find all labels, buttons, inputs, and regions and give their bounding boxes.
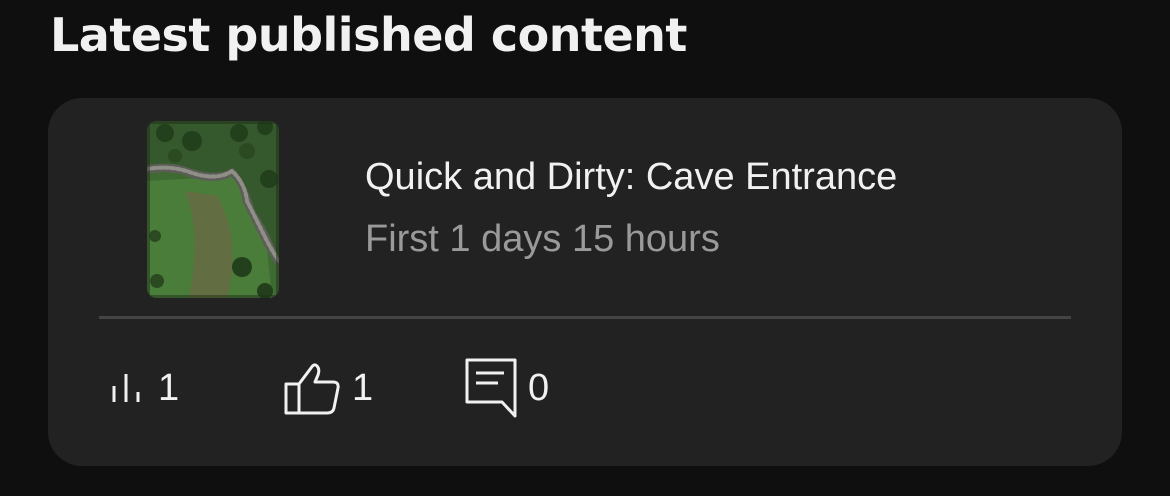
- video-meta: First 1 days 15 hours: [365, 218, 720, 260]
- likes-count: 1: [352, 366, 374, 409]
- views-count: 1: [158, 366, 180, 409]
- views-stat: 1: [108, 356, 179, 420]
- content-card[interactable]: Quick and Dirty: Cave Entrance First 1 d…: [48, 98, 1122, 466]
- divider: [99, 316, 1071, 319]
- section-title: Latest published content: [50, 8, 687, 62]
- comments-count: 0: [528, 366, 550, 409]
- likes-stat: 1: [284, 356, 373, 420]
- video-title[interactable]: Quick and Dirty: Cave Entrance: [365, 156, 897, 199]
- bar-chart-icon: [112, 374, 140, 402]
- comments-stat: 0: [464, 356, 549, 420]
- comment-icon: [465, 358, 517, 418]
- video-thumbnail[interactable]: [147, 121, 279, 298]
- thumbs-up-icon: [284, 363, 340, 415]
- map-thumbnail-image: [147, 121, 279, 298]
